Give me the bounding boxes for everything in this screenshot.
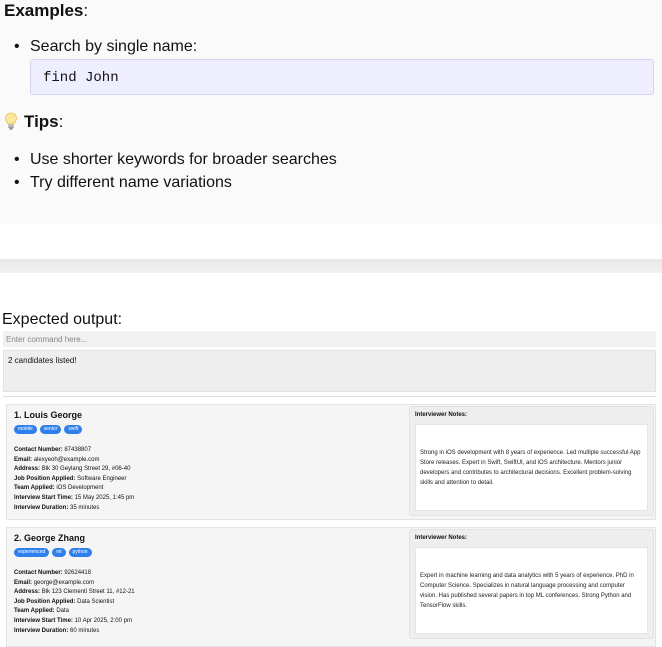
tip-item: Try different name variations [0, 173, 337, 196]
contact-number: Contact Number: 87438807 [14, 447, 92, 453]
example-item: Search by single name: [0, 37, 662, 57]
user-guide-section: Examples: Search by single name: find Jo… [0, 0, 662, 224]
notes-text: Strong in iOS development with 8 years o… [420, 449, 641, 486]
result-text: 2 candidates listed! [8, 356, 77, 365]
email: Email: george@example.com [14, 579, 95, 586]
interview-duration: Interview Duration: 60 minutes [14, 627, 100, 634]
expected-output-label: Expected output: [2, 311, 123, 328]
candidate-name: 2. George Zhang [14, 533, 86, 543]
interview-duration: Interview Duration: 35 minutes [14, 504, 100, 511]
tag-list: experienced ml python [14, 548, 92, 557]
examples-list: Search by single name: [0, 37, 662, 57]
lightbulb-icon [5, 112, 17, 130]
team-applied: Team Applied: iOS Development [14, 485, 104, 492]
tag-badge: python [68, 548, 92, 557]
notes-text: Expert in machine learning and data anal… [420, 572, 634, 609]
tips-heading: Tips: [4, 111, 63, 133]
address: Address: Blk 30 Geylang Street 29, #06-4… [14, 466, 131, 473]
candidate-card[interactable]: 1. Louis George mobile senior swift Cont… [6, 404, 656, 520]
address: Address: Blk 123 Clementi Street 11, #12… [14, 589, 135, 596]
candidate-details: Contact Number: 92624418 Email: george@e… [14, 569, 135, 636]
tips-list: Use shorter keywords for broader searche… [0, 150, 337, 196]
interview-start-time: Interview Start Time: 10 Apr 2025, 2:00 … [14, 617, 132, 624]
team-applied: Team Applied: Data [14, 608, 70, 615]
interviewer-notes-panel: Interviewer Notes: Strong in iOS develop… [409, 406, 654, 516]
tag-badge: swift [64, 425, 83, 434]
interviewer-notes-panel: Interviewer Notes: Expert in machine lea… [409, 529, 654, 639]
notes-title: Interviewer Notes: [415, 535, 468, 541]
notes-text-area[interactable]: Expert in machine learning and data anal… [415, 547, 648, 634]
list-divider [3, 396, 656, 397]
tag-list: mobile senior swift [14, 425, 83, 434]
notes-text-area[interactable]: Strong in iOS development with 8 years o… [415, 424, 648, 511]
notes-title: Interviewer Notes: [415, 412, 468, 418]
examples-heading: Examples: [4, 1, 89, 20]
email: Email: alexyeoh@example.com [14, 456, 100, 463]
job-position: Job Position Applied: Data Scientist [14, 598, 115, 605]
command-input[interactable] [3, 331, 656, 347]
section-divider [0, 259, 662, 273]
candidate-name: 1. Louis George [14, 410, 83, 420]
contact-number: Contact Number: 92624418 [14, 570, 92, 576]
tip-item: Use shorter keywords for broader searche… [0, 150, 337, 173]
candidate-card[interactable]: 2. George Zhang experienced ml python Co… [6, 527, 656, 647]
example-code-block: find John [30, 59, 654, 95]
candidate-details: Contact Number: 87438807 Email: alexyeoh… [14, 446, 134, 513]
tag-badge: ml [52, 548, 66, 557]
tag-badge: mobile [14, 425, 37, 434]
result-display: 2 candidates listed! [3, 350, 656, 392]
job-position: Job Position Applied: Software Engineer [14, 475, 127, 482]
interview-start-time: Interview Start Time: 15 May 2025, 1:45 … [14, 494, 135, 501]
tag-badge: senior [39, 425, 62, 434]
example-text: Search by single name: [30, 38, 198, 55]
tag-badge: experienced [14, 548, 50, 557]
